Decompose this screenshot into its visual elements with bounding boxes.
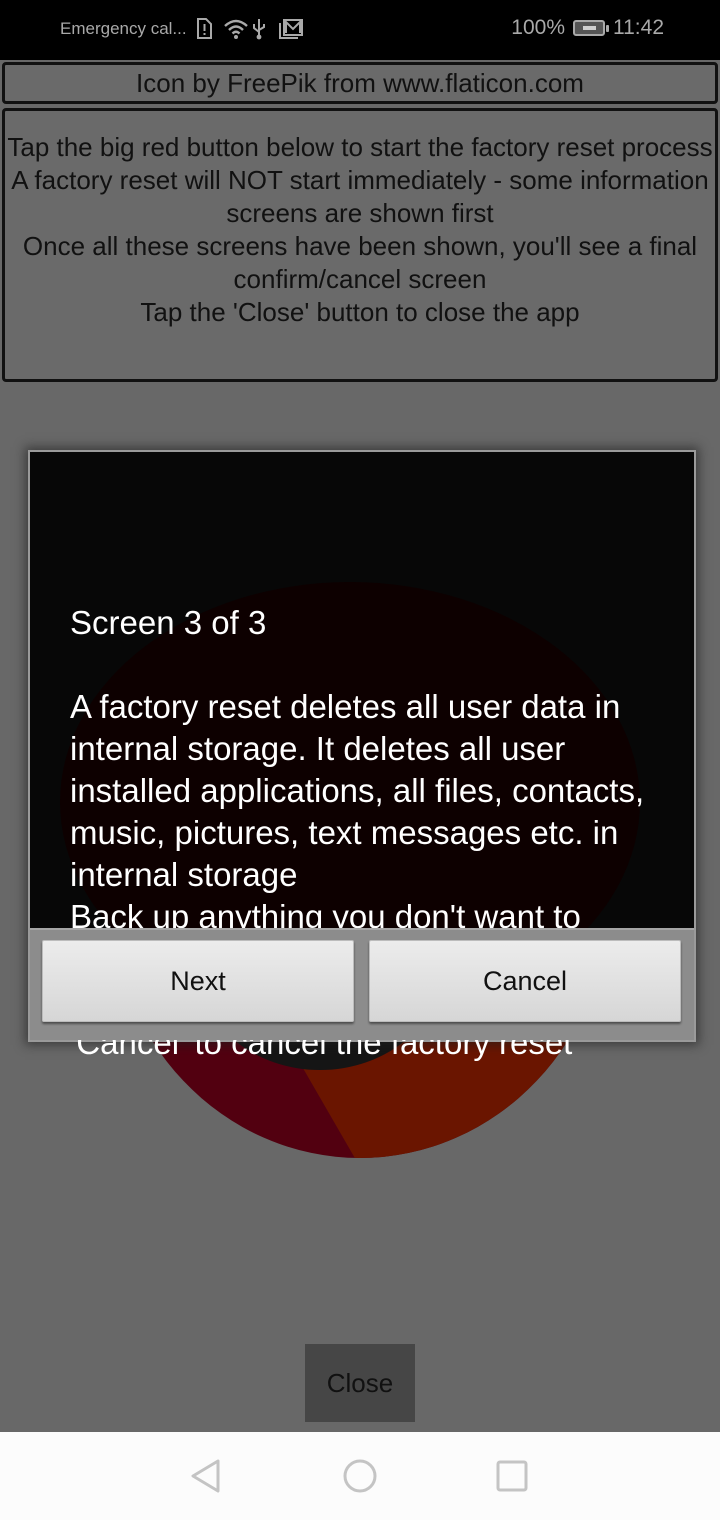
status-left: Emergency cal... <box>60 18 303 40</box>
navigation-bar <box>0 1432 720 1520</box>
dialog-title: Screen 3 of 3 <box>70 604 267 641</box>
recents-square-icon[interactable] <box>492 1456 532 1496</box>
icon-credit: Icon by FreePik from www.flaticon.com <box>2 62 718 104</box>
wifi-icon <box>223 18 248 40</box>
next-button[interactable]: Next <box>42 940 354 1022</box>
carrier-text: Emergency cal... <box>60 19 187 38</box>
sim-alert-icon <box>195 18 215 40</box>
back-triangle-icon[interactable] <box>186 1456 226 1496</box>
usb-icon <box>251 18 271 40</box>
dialog-button-bar: Next Cancel <box>30 928 694 1040</box>
home-circle-icon[interactable] <box>340 1456 380 1496</box>
battery-percent: 100% <box>511 16 565 39</box>
clock: 11:42 <box>613 16 664 39</box>
factory-reset-dialog: Screen 3 of 3 A factory reset deletes al… <box>28 450 696 1061</box>
instructions-box: Tap the big red button below to start th… <box>2 108 718 382</box>
status-right: 100% 11:42 <box>511 16 664 40</box>
dialog-body: Screen 3 of 3 A factory reset deletes al… <box>30 452 694 1061</box>
battery-charging-icon <box>573 20 609 36</box>
cancel-button[interactable]: Cancel <box>369 940 681 1022</box>
close-button[interactable]: Close <box>305 1344 415 1422</box>
status-bar: Emergency cal... 100% 11:42 <box>0 0 720 60</box>
gallery-icon <box>278 18 303 40</box>
